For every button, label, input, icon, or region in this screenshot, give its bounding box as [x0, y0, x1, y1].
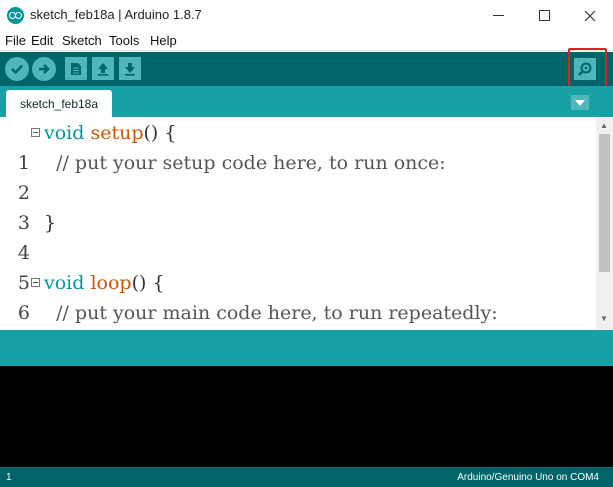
close-button[interactable]: [567, 0, 613, 31]
upload-icon: [39, 64, 50, 74]
board-port-label: Arduino/Genuino Uno on COM4: [457, 472, 599, 483]
upload-button[interactable]: [32, 57, 56, 81]
verify-button[interactable]: [5, 57, 29, 81]
maximize-icon: [538, 10, 550, 21]
menu-file[interactable]: File: [5, 33, 26, 48]
fold-icon[interactable]: [31, 128, 40, 137]
tab-strip: sketch_feb18a: [0, 86, 613, 117]
save-button[interactable]: [119, 57, 141, 80]
window-title: sketch_feb18a | Arduino 1.8.7: [30, 7, 202, 22]
vertical-scrollbar[interactable]: ▲ ▼: [596, 117, 613, 330]
code-text: () {: [131, 272, 165, 294]
code-text: () {: [143, 122, 177, 144]
fold-icon[interactable]: [31, 278, 40, 287]
maximize-button[interactable]: [521, 0, 567, 31]
scroll-down-icon[interactable]: ▼: [600, 314, 608, 323]
code-line: 6 void loop() {: [0, 268, 596, 324]
code-line: 2 // put your setup code here, to run on…: [0, 148, 596, 204]
menu-tools[interactable]: Tools: [109, 33, 139, 48]
code-line: 3: [0, 178, 596, 234]
toolbar: [0, 52, 613, 86]
scroll-up-icon[interactable]: ▲: [600, 121, 608, 130]
new-button[interactable]: [65, 57, 87, 80]
status-bar: 1 Arduino/Genuino Uno on COM4: [0, 467, 613, 487]
code-comment: // put your setup code here, to run once…: [44, 152, 446, 174]
scroll-thumb[interactable]: [599, 134, 610, 272]
menu-help[interactable]: Help: [150, 33, 177, 48]
keyword: void: [44, 272, 85, 294]
code-line: 4 }: [0, 208, 596, 264]
code-text: }: [44, 212, 57, 234]
function-name: setup: [90, 122, 144, 144]
minimize-icon: [492, 15, 504, 16]
title-bar: sketch_feb18a | Arduino 1.8.7: [0, 0, 613, 31]
menu-sketch[interactable]: Sketch: [62, 33, 102, 48]
new-icon: [71, 62, 81, 75]
open-icon: [98, 62, 108, 76]
current-line-number: 1: [6, 472, 12, 483]
function-name: loop: [90, 272, 132, 294]
tab-sketch[interactable]: sketch_feb18a: [6, 90, 112, 117]
menu-edit[interactable]: Edit: [31, 33, 53, 48]
code-editor[interactable]: 1 void setup() { 2 // put your setup cod…: [0, 117, 613, 330]
open-button[interactable]: [92, 57, 114, 80]
minimize-button[interactable]: [475, 0, 521, 31]
save-icon: [125, 62, 135, 76]
message-area: [0, 330, 613, 366]
close-icon: [584, 10, 596, 21]
code-line: 7 // put your main code here, to run rep…: [0, 298, 596, 328]
arduino-logo-icon: [7, 7, 24, 24]
code-comment: // put your main code here, to run repea…: [44, 302, 498, 324]
tab-menu-button[interactable]: [571, 95, 589, 110]
menu-bar: File Edit Sketch Tools Help: [0, 31, 613, 51]
chevron-down-icon: [575, 99, 585, 106]
keyword: void: [44, 122, 85, 144]
verify-icon: [11, 64, 23, 75]
code-line: 5: [0, 238, 596, 294]
code-line: 1 void setup() {: [0, 118, 596, 174]
highlight-box: [568, 48, 607, 90]
console-output[interactable]: [0, 366, 613, 467]
